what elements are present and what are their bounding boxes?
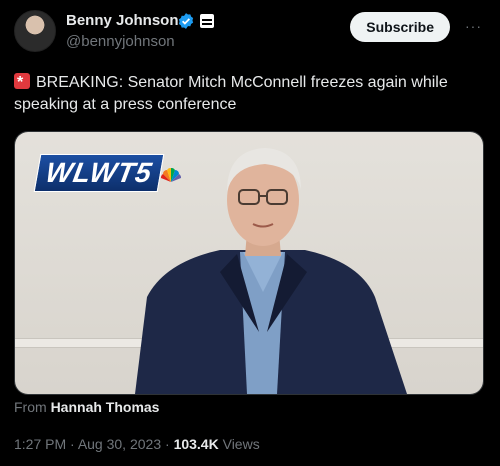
author-name[interactable]: Benny Johnson <box>66 12 179 29</box>
views-count: 103.4K <box>173 436 219 452</box>
station-logo: WLWT5 <box>33 154 165 192</box>
subscribe-button[interactable]: Subscribe <box>350 12 450 42</box>
tweet-time[interactable]: 1:27 PM <box>14 436 66 452</box>
siren-emoji-icon <box>14 72 30 94</box>
nbc-peacock-icon <box>161 168 181 182</box>
tweet-meta: 1:27 PM · Aug 30, 2023 · 103.4K Views <box>14 436 260 452</box>
tweet-text: BREAKING: Senator Mitch McConnell freeze… <box>14 72 484 116</box>
author-handle[interactable]: @bennyjohnson <box>66 33 175 50</box>
media-attribution: From Hannah Thomas <box>14 399 159 415</box>
more-options-icon[interactable]: ··· <box>465 19 482 33</box>
attribution-source-link[interactable]: Hannah Thomas <box>51 399 160 415</box>
affiliation-badge-icon[interactable] <box>200 14 214 28</box>
views-label: Views <box>222 436 260 452</box>
avatar[interactable] <box>14 10 56 52</box>
video-thumbnail[interactable]: WLWT5 <box>14 131 484 395</box>
attribution-prefix: From <box>14 399 47 415</box>
tweet-body: BREAKING: Senator Mitch McConnell freeze… <box>14 74 448 113</box>
tweet-date[interactable]: Aug 30, 2023 <box>78 436 161 452</box>
verified-badge-icon <box>178 13 194 29</box>
tweet-header: Benny Johnson @bennyjohnson Subscribe ··… <box>14 10 486 54</box>
